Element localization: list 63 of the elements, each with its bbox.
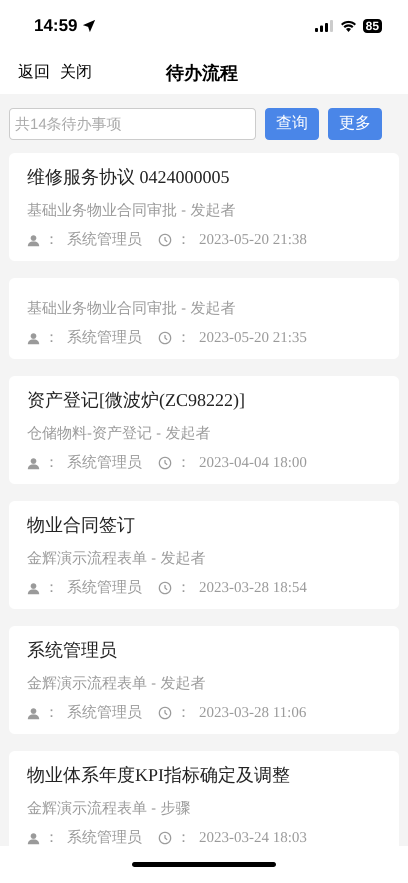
clock-icon — [158, 581, 172, 595]
separator: ： — [44, 328, 59, 348]
task-subtitle: 基础业务物业合同审批 - 发起者 — [27, 299, 236, 319]
page-title: 待办流程 — [166, 62, 238, 84]
clock-icon — [158, 456, 172, 470]
task-title: 维修服务协议 0424000005 — [27, 166, 230, 189]
task-title: 物业合同签订 — [27, 514, 136, 537]
clock-icon — [158, 331, 172, 345]
user-name: 系统管理员 — [67, 828, 142, 846]
task-subtitle: 仓储物料-资产登记 - 发起者 — [27, 424, 212, 444]
separator: ： — [44, 703, 59, 723]
user-icon — [27, 582, 40, 594]
separator: ： — [44, 578, 59, 598]
task-subtitle: 金辉演示流程表单 - 步骤 — [27, 799, 192, 819]
user-name: 系统管理员 — [67, 578, 142, 598]
user-icon — [27, 706, 40, 720]
task-subtitle: 金辉演示流程表单 - 发起者 — [27, 674, 206, 694]
task-card[interactable]: 物业体系年度KPI指标确定及调整 金辉演示流程表单 - 步骤 ： 系统管理员 ： 2023-03-24 18:03 — [9, 751, 399, 846]
wifi-icon — [340, 20, 357, 32]
back-button[interactable]: 返回 — [18, 61, 50, 85]
user-name: 系统管理员 — [67, 703, 142, 723]
signal-icon — [314, 20, 334, 32]
task-subtitle: 金辉演示流程表单 - 发起者 — [27, 549, 206, 569]
query-button[interactable]: 查询 — [265, 108, 319, 140]
clock-time: 14:59 — [34, 15, 78, 38]
user-icon — [27, 456, 40, 470]
task-card[interactable]: 维修服务协议 0424000005 基础业务物业合同审批 - 发起者 ： 系统管理员 ： 2023-05-20 21:38 — [9, 153, 399, 261]
separator: ： — [44, 453, 59, 473]
clock-icon — [158, 706, 172, 720]
separator: ： — [176, 230, 191, 250]
task-card[interactable]: 物业合同签订 金辉演示流程表单 - 发起者 ： 系统管理员 ： 2023-03-28 18:54 — [9, 501, 399, 609]
task-subtitle: 基础业务物业合同审批 - 发起者 — [27, 201, 236, 221]
user-name: 系统管理员 — [67, 453, 142, 473]
separator: ： — [44, 828, 59, 846]
location-arrow-icon — [82, 19, 96, 33]
task-time: 2023-05-20 21:35 — [199, 329, 307, 348]
user-name: 系统管理员 — [67, 328, 142, 348]
task-time: 2023-04-04 18:00 — [199, 454, 307, 473]
separator: ： — [44, 230, 59, 250]
user-icon — [27, 332, 40, 344]
separator: ： — [176, 578, 191, 598]
battery-indicator: 85 — [362, 19, 382, 33]
user-name: 系统管理员 — [67, 230, 142, 250]
search-field[interactable]: 共14条待办事项 — [9, 108, 256, 140]
separator: ： — [176, 328, 191, 348]
user-icon — [27, 234, 40, 246]
separator: ： — [176, 828, 191, 846]
separator: ： — [176, 453, 191, 473]
task-time: 2023-05-20 21:38 — [199, 231, 307, 250]
more-button[interactable]: 更多 — [328, 108, 382, 140]
separator: ： — [176, 703, 191, 723]
clock-icon — [158, 233, 172, 247]
task-title: 系统管理员 — [27, 639, 118, 662]
task-card[interactable]: 系统管理员 金辉演示流程表单 - 发起者 ： 系统管理员 ： 2023-03-28 11:06 — [9, 626, 399, 734]
task-card[interactable]: 资产登记[微波炉(ZC98222)] 仓储物料-资产登记 - 发起者 ： 系统管理员 ： 2023-04-04 18:00 — [9, 376, 399, 484]
close-button[interactable]: 关闭 — [60, 61, 92, 85]
task-title: 物业体系年度KPI指标确定及调整 — [27, 764, 292, 787]
task-time: 2023-03-28 18:54 — [199, 579, 307, 598]
clock-icon — [158, 831, 172, 845]
task-time: 2023-03-28 11:06 — [199, 704, 306, 723]
task-title: 资产登记[微波炉(ZC98222)] — [27, 389, 246, 412]
user-icon — [27, 832, 40, 844]
task-time: 2023-03-24 18:03 — [199, 829, 307, 846]
